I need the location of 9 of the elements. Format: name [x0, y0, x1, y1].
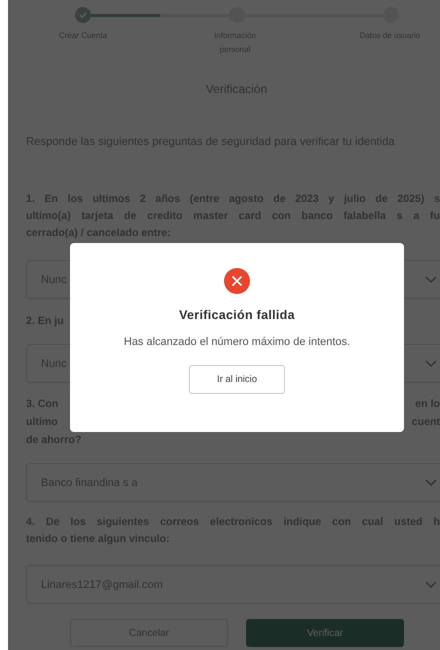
home-button[interactable]: Ir al inicio [189, 365, 285, 394]
error-icon [224, 268, 250, 294]
chevron-down-icon [425, 360, 437, 368]
dialog-message: Has alcanzado el número máximo de intentos. [124, 336, 350, 348]
chevron-down-icon [425, 276, 437, 284]
dialog-title: Verificación fallida [179, 308, 295, 322]
verify-button[interactable]: Verificar [246, 619, 404, 647]
chevron-down-icon [425, 580, 437, 588]
chevron-down-icon [425, 478, 437, 486]
